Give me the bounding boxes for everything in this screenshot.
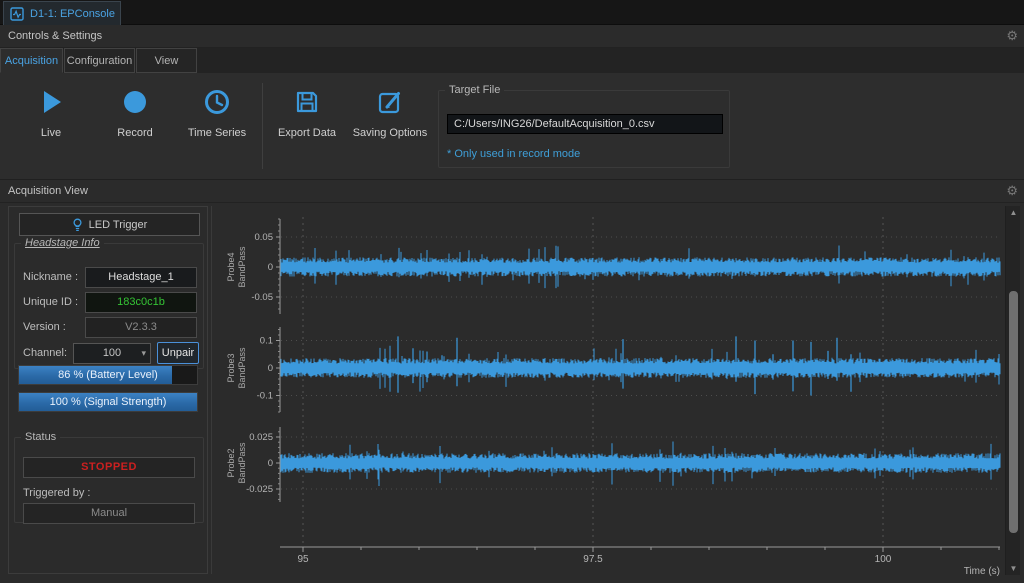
triggered-by-label: Triggered by : <box>23 483 90 504</box>
toolbar-divider <box>262 83 263 169</box>
channel-dropdown[interactable]: 100 ▾ <box>73 343 151 364</box>
headstage-panel: LED Trigger Headstage Info Nickname : He… <box>8 206 208 574</box>
tab-configuration[interactable]: Configuration <box>64 48 135 73</box>
battery-level-bar: 86 % (Battery Level) <box>18 365 198 385</box>
headstage-info-group: Headstage Info Nickname : Headstage_1 Un… <box>14 237 204 369</box>
svg-text:0: 0 <box>268 363 273 374</box>
svg-text:Probe3: Probe3 <box>226 353 236 382</box>
probe-signal-plots: 9597.5100Time (s)0.050-0.05Probe4BandPas… <box>215 205 1004 577</box>
window-tab-bar: D1-1: EPConsole <box>0 0 1024 25</box>
svg-text:100: 100 <box>875 554 892 565</box>
export-data-label: Export Data <box>265 127 349 140</box>
window-tab-epconsole[interactable]: D1-1: EPConsole <box>3 1 121 25</box>
nickname-label: Nickname : <box>23 267 78 288</box>
acquisition-gear-icon[interactable]: ⚙ <box>1006 182 1018 200</box>
svg-text:95: 95 <box>297 554 309 565</box>
chevron-down-icon: ▾ <box>141 344 146 363</box>
tab-acquisition[interactable]: Acquisition <box>0 48 63 73</box>
triggered-by-value: Manual <box>23 503 195 524</box>
led-trigger-label: LED Trigger <box>89 219 148 231</box>
export-data-button[interactable]: Export Data <box>265 86 349 140</box>
channel-label: Channel: <box>23 343 67 364</box>
unique-id-label: Unique ID : <box>23 292 78 313</box>
unique-id-field: 183c0c1b <box>85 292 197 313</box>
waveform-icon <box>10 7 24 21</box>
record-button[interactable]: Record <box>93 86 177 140</box>
lightbulb-icon <box>72 218 83 232</box>
version-label: Version : <box>23 317 66 338</box>
target-file-group: Target File C:/Users/ING26/DefaultAcquis… <box>438 84 730 168</box>
acquisition-toolbar: Live Record Time Series Export Data <box>0 73 1024 180</box>
edit-pencil-icon <box>374 86 406 118</box>
unpair-button[interactable]: Unpair <box>157 342 199 364</box>
status-group: Status STOPPED Triggered by : Manual <box>14 431 204 523</box>
target-file-label: Target File <box>445 84 504 96</box>
record-mode-note: * Only used in record mode <box>447 148 580 160</box>
record-label: Record <box>93 127 177 140</box>
svg-text:0.1: 0.1 <box>260 336 273 347</box>
plots-scrollbar[interactable]: ▲ ▼ <box>1005 206 1020 575</box>
saving-options-label: Saving Options <box>348 127 432 140</box>
scrollbar-thumb[interactable] <box>1009 291 1018 533</box>
acquisition-view-title: Acquisition View <box>8 185 88 197</box>
acquisition-view-header: Acquisition View ⚙ <box>0 180 1024 203</box>
headstage-info-label: Headstage Info <box>21 237 104 249</box>
controls-tab-strip: Acquisition Configuration View <box>0 48 1024 73</box>
channel-value: 100 <box>103 347 121 359</box>
time-series-label: Time Series <box>175 127 259 140</box>
signal-strength-label: 100 % (Signal Strength) <box>19 393 197 411</box>
svg-text:97.5: 97.5 <box>583 554 603 565</box>
svg-text:Probe2: Probe2 <box>226 448 236 477</box>
play-icon <box>35 86 67 118</box>
svg-text:-0.05: -0.05 <box>251 292 273 303</box>
floppy-disk-icon <box>291 86 323 118</box>
nickname-field[interactable]: Headstage_1 <box>85 267 197 288</box>
settings-gear-icon[interactable]: ⚙ <box>1006 27 1018 45</box>
status-value: STOPPED <box>23 457 195 478</box>
status-label: Status <box>21 431 60 443</box>
live-label: Live <box>9 127 93 140</box>
epconsole-window: D1-1: EPConsole Controls & Settings ⚙ Ac… <box>0 0 1024 583</box>
svg-text:Probe4: Probe4 <box>226 252 236 281</box>
live-button[interactable]: Live <box>9 86 93 140</box>
svg-text:0: 0 <box>268 458 273 469</box>
controls-settings-header: Controls & Settings ⚙ <box>0 25 1024 48</box>
tab-view[interactable]: View <box>136 48 197 73</box>
window-tab-title: D1-1: EPConsole <box>30 8 115 20</box>
saving-options-button[interactable]: Saving Options <box>348 86 432 140</box>
target-file-input[interactable]: C:/Users/ING26/DefaultAcquisition_0.csv <box>447 114 723 134</box>
svg-text:0.025: 0.025 <box>249 432 273 443</box>
version-field: V2.3.3 <box>85 317 197 338</box>
clock-icon <box>201 86 233 118</box>
svg-text:BandPass: BandPass <box>237 347 247 389</box>
signal-strength-bar: 100 % (Signal Strength) <box>18 392 198 412</box>
time-series-button[interactable]: Time Series <box>175 86 259 140</box>
svg-text:Time (s): Time (s) <box>964 566 1000 577</box>
panel-divider <box>211 206 212 574</box>
svg-text:0.05: 0.05 <box>255 232 274 243</box>
svg-text:0: 0 <box>268 262 273 273</box>
led-trigger-button[interactable]: LED Trigger <box>19 213 200 236</box>
svg-text:-0.1: -0.1 <box>257 391 273 402</box>
svg-text:-0.025: -0.025 <box>246 484 273 495</box>
scroll-up-icon[interactable]: ▲ <box>1006 206 1021 219</box>
battery-level-label: 86 % (Battery Level) <box>19 366 197 384</box>
scroll-down-icon[interactable]: ▼ <box>1006 562 1021 575</box>
svg-text:BandPass: BandPass <box>237 246 247 288</box>
controls-settings-title: Controls & Settings <box>8 30 102 42</box>
svg-text:BandPass: BandPass <box>237 442 247 484</box>
acquisition-view-body: LED Trigger Headstage Info Nickname : He… <box>0 203 1024 583</box>
record-circle-icon <box>119 86 151 118</box>
